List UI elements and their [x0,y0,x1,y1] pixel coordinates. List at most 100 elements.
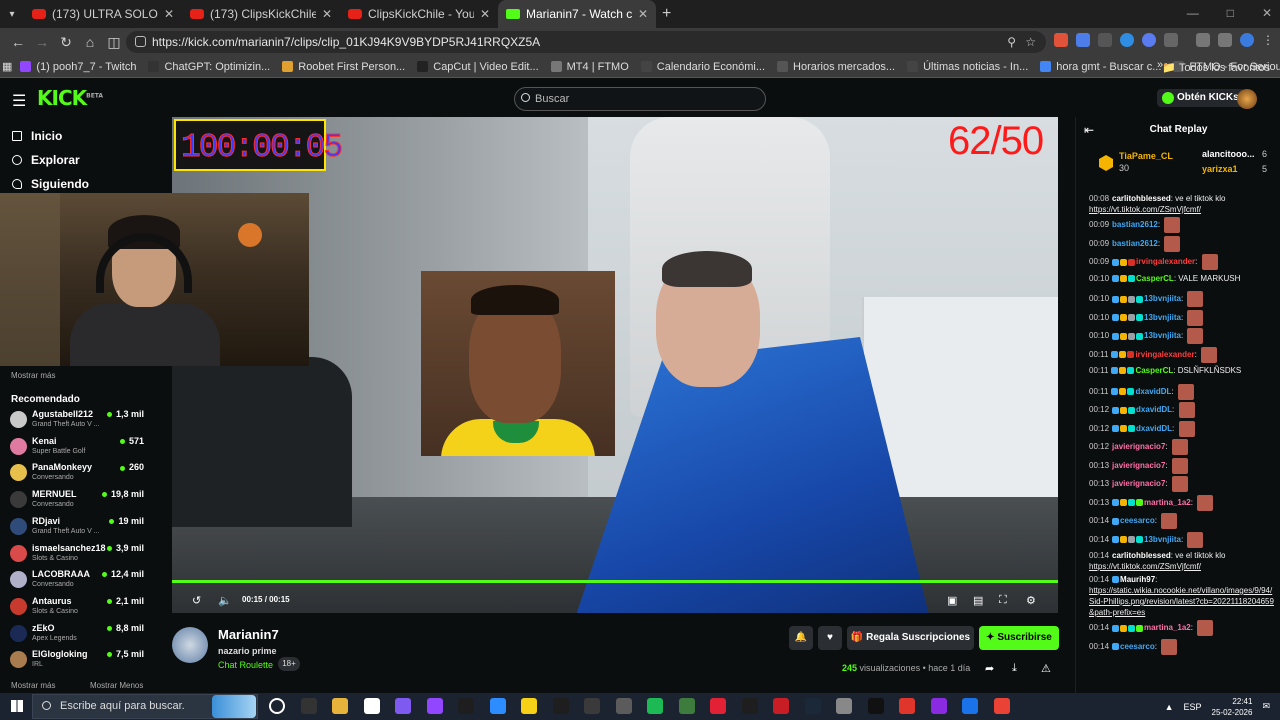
url-bar[interactable]: https://kick.com/marianin7/clips/clip_01… [126,31,1046,53]
opera-icon[interactable] [773,698,789,714]
bookmark-item[interactable]: ChatGPT: Optimizin... [148,61,270,73]
recommended-channel[interactable]: Antaurus Slots & Casino 2,1 mil [10,594,144,618]
message-username[interactable]: martina_1a2 [1144,623,1191,632]
show-more-bottom-link[interactable]: Mostrar más [11,681,55,690]
recommended-channel[interactable]: Kenai Super Battle Golf 571 [10,434,144,458]
message-username[interactable]: martina_1a2 [1144,498,1191,507]
bookmark-item[interactable]: Horarios mercados... [777,61,895,73]
message-username[interactable]: bastian2612 [1112,239,1158,248]
user-avatar[interactable] [1237,89,1257,109]
bookmark-item[interactable]: Últimas noticias - In... [907,61,1028,73]
message-username[interactable]: Maurih97 [1120,575,1155,584]
browser-tab[interactable]: Marianin7 - Watch clips on Kick ✕ [498,0,656,28]
new-tab-icon[interactable]: + [662,5,671,23]
message-username[interactable]: javierignacio7 [1112,479,1165,488]
message-link[interactable]: https://static.wikia.nocookie.net/villan… [1089,586,1274,617]
capcut-icon[interactable] [458,698,474,714]
app-icon-3[interactable] [678,698,695,714]
recommended-channel[interactable]: RDjavi Grand Theft Auto V ... 19 mil [10,514,144,538]
message-username[interactable]: CasperCL [1135,366,1173,375]
gifter-3-name[interactable]: yarizxa1 [1202,164,1238,174]
message-username[interactable]: dxavidDL [1136,424,1172,433]
home-icon[interactable]: ⌂ [78,34,102,50]
tiktok-icon[interactable] [867,698,884,714]
close-tab-icon[interactable]: ✕ [480,7,490,21]
browser-tab[interactable]: (173) ULTRA SOLO REMIX - Poli ✕ [24,0,182,28]
minimize-icon[interactable]: — [1187,6,1199,20]
report-icon[interactable]: ⚠ [1041,662,1051,675]
share-icon[interactable]: ➦ [985,662,994,675]
app-icon-4[interactable] [741,698,758,714]
bookmark-star-icon[interactable]: ☆ [1025,31,1036,53]
affinity-icon[interactable] [395,698,411,714]
app-icon-1[interactable] [552,698,569,714]
adobe-icon[interactable] [710,698,726,714]
channel-avatar[interactable] [172,627,208,663]
reading-list-icon[interactable] [1196,33,1210,47]
notification-bell-button[interactable]: 🔔 [789,626,813,650]
discord-icon[interactable] [930,698,947,714]
zoom-icon[interactable] [489,698,506,714]
message-username[interactable]: ceesarco [1120,642,1155,651]
video-progress-bar[interactable] [172,580,1058,583]
forward-icon[interactable]: → [30,34,54,50]
recommended-channel[interactable]: zEkO Apex Legends 8,8 mil [10,621,144,645]
message-username[interactable]: bastian2612 [1112,220,1158,229]
download-icon[interactable]: ⤓ [1012,662,1017,675]
language-indicator[interactable]: ESP [1184,702,1202,712]
close-tab-icon[interactable]: ✕ [638,7,648,21]
file-explorer-icon[interactable] [332,698,348,714]
tray-icons[interactable]: ▲ [1165,702,1174,712]
theater-mode-icon[interactable]: ▤ [973,594,983,607]
site-info-icon[interactable] [135,36,146,47]
extension-icon-2[interactable] [1076,33,1090,47]
extension-icon-4[interactable] [1120,33,1134,47]
tab-list-icon[interactable]: ▾ [0,9,24,20]
message-username[interactable]: dxavidDL [1135,387,1171,396]
replay-icon[interactable]: ↺ [192,594,201,607]
settings-icon[interactable] [836,698,852,714]
message-username[interactable]: 13bvnjiita [1144,331,1181,340]
opera-gx-icon[interactable] [899,698,915,714]
app-icon-2[interactable] [615,698,632,714]
message-username[interactable]: 13bvnjiita [1144,294,1181,303]
reload-icon[interactable]: ↻ [54,34,78,51]
gift-subs-button[interactable]: 🎁 Regala Suscripciones [847,626,974,650]
category-link[interactable]: Chat Roulette [218,660,273,670]
sidebar-item-siguiendo[interactable]: Siguiendo [12,177,89,191]
close-tab-icon[interactable]: ✕ [164,7,174,21]
zoom-icon[interactable]: ⚲ [1007,31,1016,53]
message-username[interactable]: CasperCL [1136,274,1174,283]
message-username[interactable]: carlitohblessed [1112,194,1171,203]
message-username[interactable]: ceesarco [1120,516,1155,525]
bookmark-item[interactable]: CapCut | Video Edit... [417,61,539,73]
close-tab-icon[interactable]: ✕ [322,7,332,21]
profile-avatar[interactable] [1240,33,1254,47]
all-bookmarks-folder[interactable]: 📁 Todos los favoritos [1162,61,1270,74]
message-username[interactable]: irvingalexander [1135,350,1194,359]
windows-start-icon[interactable] [11,700,23,712]
kick-logo[interactable]: KICKBETA [37,86,103,110]
get-kicks-button[interactable]: Obtén KICKs [1157,89,1245,107]
message-link[interactable]: https://vt.tiktok.com/ZSmVjfcmf/ [1089,562,1201,571]
recommended-channel[interactable]: ismaelsanchez18 Slots & Casino 3,9 mil [10,541,144,565]
twitch-icon[interactable] [426,698,443,714]
message-link[interactable]: https://vt.tiktok.com/ZSmVjfcmf/ [1089,205,1201,214]
message-username[interactable]: 13bvnjiita [1144,535,1181,544]
volume-icon[interactable]: 🔈 [218,594,232,607]
recommended-channel[interactable]: PanaMonkeyy Conversando 260 [10,460,144,484]
more-menu-icon[interactable]: ⋮ [1262,33,1276,47]
message-username[interactable]: 13bvnjiita [1144,313,1181,322]
clock[interactable]: 22:41 25-02-2026 [1212,696,1253,718]
notification-icon[interactable]: ✉ [1262,701,1270,712]
settings-icon[interactable]: ⚙ [1026,594,1036,607]
steam-icon[interactable] [584,698,600,714]
search-highlight-icon[interactable] [212,695,256,718]
recommended-channel[interactable]: Agustabell212 Grand Theft Auto V ... 1,3 m… [10,407,144,431]
fullscreen-icon[interactable]: ⛶ [999,594,1007,607]
minecraft-icon[interactable] [647,698,663,714]
subscribe-button[interactable]: ✦ Suscribirse [979,626,1059,650]
message-username[interactable]: javierignacio7 [1112,461,1165,470]
apps-grid-icon[interactable]: ▦ [2,60,12,73]
split-view-icon[interactable]: ◫ [102,34,126,51]
